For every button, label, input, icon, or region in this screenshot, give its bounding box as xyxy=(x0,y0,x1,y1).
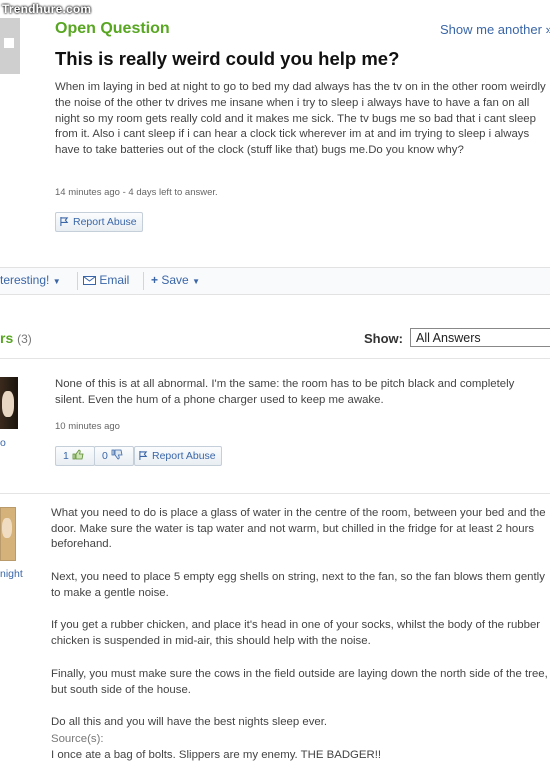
show-filter-label: Show: xyxy=(364,331,403,346)
answer-paragraph: Do all this and you will have the best n… xyxy=(51,716,328,728)
question-title: This is really weird could you help me? xyxy=(55,48,400,69)
answers-heading-label: rs xyxy=(0,330,14,346)
thumbs-down-button[interactable]: 0 xyxy=(94,446,134,466)
interesting-button[interactable]: teresting! ▼ xyxy=(0,273,61,287)
sources-label: Source(s): xyxy=(51,733,104,745)
question-status: Open Question xyxy=(55,20,170,37)
email-label: Email xyxy=(99,273,130,287)
answer-paragraph: What you need to do is place a glass of … xyxy=(51,507,546,550)
answerer-avatar[interactable] xyxy=(0,377,18,429)
answerer-name[interactable]: o xyxy=(0,437,6,449)
answerer-name[interactable]: night xyxy=(0,568,23,580)
chevron-down-icon: ▼ xyxy=(52,277,61,286)
question-actions-toolbar: teresting! ▼ Email + Save ▼ xyxy=(0,267,550,295)
plus-icon: + xyxy=(151,273,159,287)
answer-source: I once ate a bag of bolts. Slippers are … xyxy=(51,749,382,761)
answer-paragraph: Next, you need to place 5 empty egg shel… xyxy=(51,571,545,599)
thumbs-down-icon xyxy=(111,449,123,460)
answers-count: (3) xyxy=(17,332,32,346)
show-another-link[interactable]: Show me another » xyxy=(440,22,550,37)
envelope-icon xyxy=(83,276,96,285)
flag-icon xyxy=(139,451,148,460)
interesting-label: teresting! xyxy=(0,273,50,287)
flag-icon xyxy=(60,217,69,226)
thumbs-down-count: 0 xyxy=(102,450,108,462)
answer-text: None of this is at all abnormal. I'm the… xyxy=(55,378,515,406)
thumbs-up-icon xyxy=(72,449,84,460)
avatar-placeholder-icon xyxy=(4,38,14,48)
question-meta: 14 minutes ago - 4 days left to answer. xyxy=(55,187,218,198)
answerer-avatar[interactable] xyxy=(0,507,16,561)
divider xyxy=(0,358,550,359)
answers-heading: rs (3) xyxy=(0,330,32,346)
answer-time: 10 minutes ago xyxy=(55,421,120,432)
watermark: Trendhure.com xyxy=(2,2,92,16)
asker-avatar[interactable] xyxy=(0,18,20,74)
question-body: When im laying in bed at night to go to … xyxy=(55,81,546,157)
answer-report-abuse-button[interactable]: Report Abuse xyxy=(134,446,222,466)
email-button[interactable]: Email xyxy=(83,273,129,287)
show-filter-select[interactable]: All Answers xyxy=(410,328,550,347)
save-button[interactable]: + Save ▼ xyxy=(151,273,200,287)
answer-paragraph: If you get a rubber chicken, and place i… xyxy=(51,619,541,647)
question-report-abuse-button[interactable]: Report Abuse xyxy=(55,212,143,232)
divider xyxy=(0,493,550,494)
report-abuse-label: Report Abuse xyxy=(152,450,216,462)
thumbs-up-button[interactable]: 1 xyxy=(55,446,95,466)
chevron-down-icon: ▼ xyxy=(192,277,200,286)
answer-paragraph: Finally, you must make sure the cows in … xyxy=(51,668,548,696)
report-abuse-label: Report Abuse xyxy=(73,216,137,228)
thumbs-up-count: 1 xyxy=(63,450,69,462)
save-label: Save xyxy=(161,273,189,287)
